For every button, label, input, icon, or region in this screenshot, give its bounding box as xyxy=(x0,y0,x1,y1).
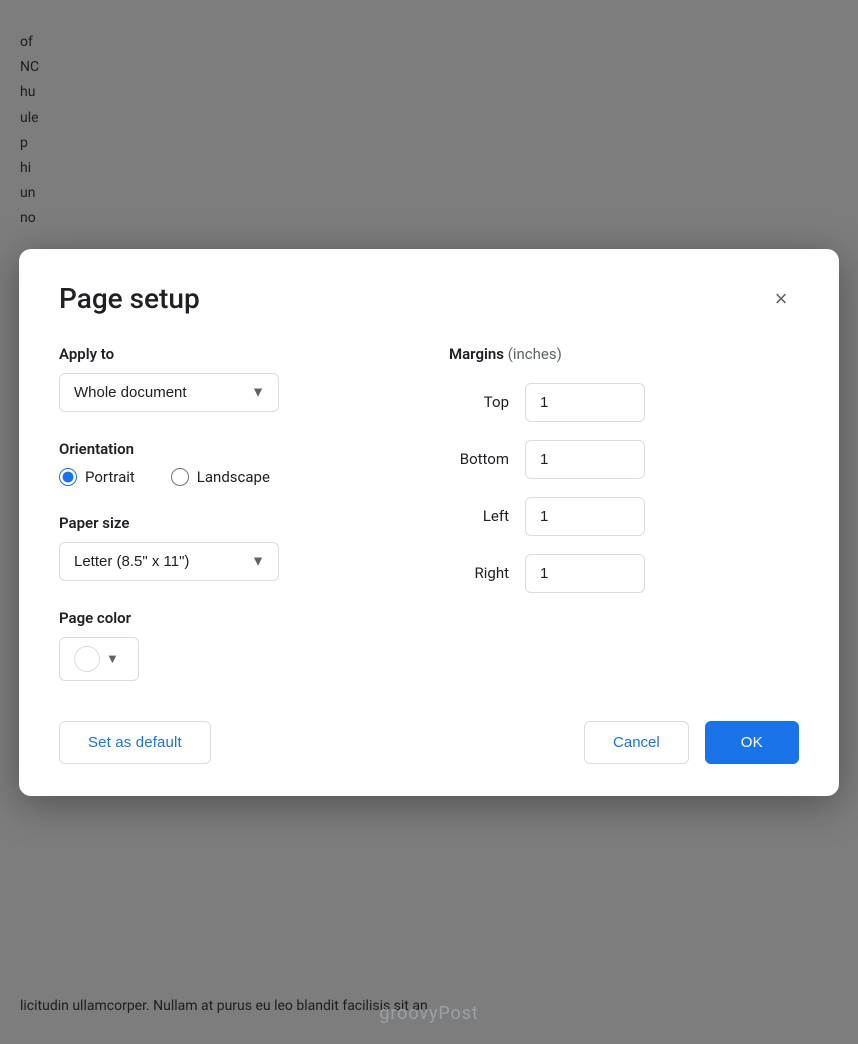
page-color-label: Page color xyxy=(59,609,409,627)
margins-unit: (inches) xyxy=(508,345,562,363)
top-margin-label: Top xyxy=(449,393,509,411)
paper-size-section: Paper size Letter (8.5" x 11") A4 Legal … xyxy=(59,514,409,581)
top-margin-row: Top xyxy=(449,383,799,422)
dialog-header: Page setup × xyxy=(59,281,799,317)
portrait-label-text: Portrait xyxy=(85,468,135,486)
ok-button[interactable]: OK xyxy=(705,721,799,764)
landscape-label-text: Landscape xyxy=(197,468,270,486)
bottom-margin-label: Bottom xyxy=(449,450,509,468)
left-margin-row: Left xyxy=(449,497,799,536)
dialog-title: Page setup xyxy=(59,282,200,315)
page-color-button[interactable]: ▼ xyxy=(59,637,139,681)
right-column: Margins (inches) Top Bottom Left Right xyxy=(449,345,799,681)
page-setup-dialog: Page setup × Apply to Whole document Thi… xyxy=(19,249,839,796)
paper-size-select[interactable]: Letter (8.5" x 11") A4 Legal xyxy=(59,542,279,581)
apply-to-select-wrapper: Whole document This point forward ▼ xyxy=(59,373,279,412)
bottom-margin-input[interactable] xyxy=(525,440,645,479)
right-margin-input[interactable] xyxy=(525,554,645,593)
landscape-radio[interactable] xyxy=(171,468,189,486)
apply-to-section: Apply to Whole document This point forwa… xyxy=(59,345,409,412)
bottom-margin-row: Bottom xyxy=(449,440,799,479)
close-button[interactable]: × xyxy=(763,281,799,317)
top-margin-input[interactable] xyxy=(525,383,645,422)
portrait-radio[interactable] xyxy=(59,468,77,486)
landscape-radio-label[interactable]: Landscape xyxy=(171,468,270,486)
apply-to-label: Apply to xyxy=(59,345,409,363)
page-color-arrow-icon: ▼ xyxy=(106,651,119,666)
margins-label: Margins xyxy=(449,345,504,363)
orientation-label: Orientation xyxy=(59,440,409,458)
cancel-button[interactable]: Cancel xyxy=(584,721,689,764)
apply-to-select[interactable]: Whole document This point forward xyxy=(59,373,279,412)
left-margin-label: Left xyxy=(449,507,509,525)
paper-size-select-wrapper: Letter (8.5" x 11") A4 Legal ▼ xyxy=(59,542,279,581)
dialog-footer: Set as default Cancel OK xyxy=(59,713,799,764)
orientation-section: Orientation Portrait Landscape xyxy=(59,440,409,486)
paper-size-label: Paper size xyxy=(59,514,409,532)
portrait-radio-label[interactable]: Portrait xyxy=(59,468,135,486)
right-margin-label: Right xyxy=(449,564,509,582)
page-color-section: Page color ▼ xyxy=(59,609,409,681)
color-circle xyxy=(74,646,100,672)
footer-right-buttons: Cancel OK xyxy=(584,721,799,764)
set-default-button[interactable]: Set as default xyxy=(59,721,211,764)
orientation-radio-group: Portrait Landscape xyxy=(59,468,409,486)
margins-header: Margins (inches) xyxy=(449,345,799,363)
dialog-body: Apply to Whole document This point forwa… xyxy=(59,345,799,681)
right-margin-row: Right xyxy=(449,554,799,593)
left-column: Apply to Whole document This point forwa… xyxy=(59,345,409,681)
left-margin-input[interactable] xyxy=(525,497,645,536)
